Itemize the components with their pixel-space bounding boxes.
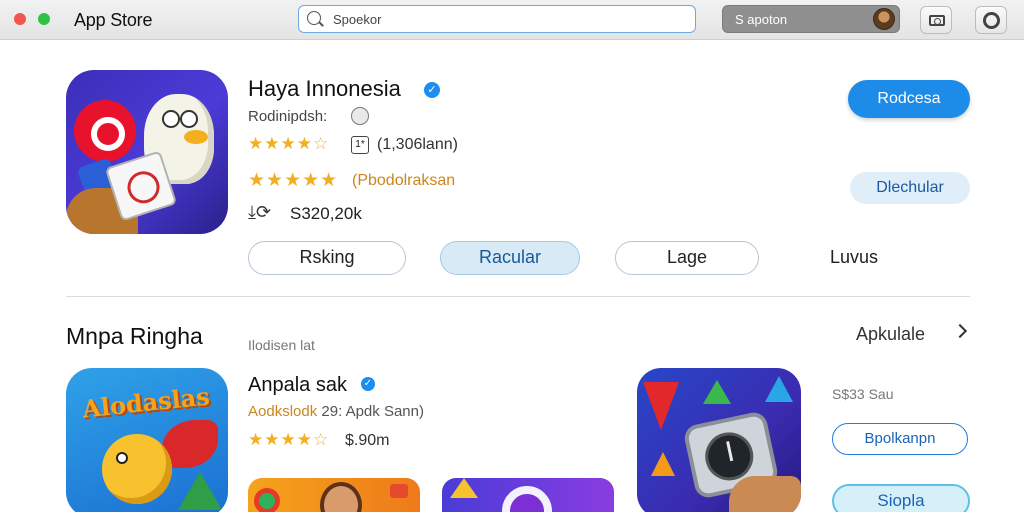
featured-app-icon[interactable] xyxy=(66,70,228,234)
see-all-link[interactable]: Apkulale xyxy=(856,324,925,345)
settings-button[interactable] xyxy=(975,6,1007,34)
app-title: App Store xyxy=(74,10,153,30)
search-input[interactable]: Spoekor xyxy=(298,5,696,33)
star-rating: ★★★★☆ xyxy=(248,134,330,153)
zoom-window-button[interactable] xyxy=(38,13,50,25)
editor-rating-label: (Pbodolraksan xyxy=(352,172,456,189)
secondary-button[interactable]: Dlechular xyxy=(850,172,970,204)
side-button-primary[interactable]: Bpolkanpn xyxy=(832,423,968,455)
app-star-rating: ★★★★☆ xyxy=(248,430,330,449)
map-pin-icon xyxy=(74,100,136,162)
side-button-secondary[interactable]: Siopla xyxy=(832,484,970,512)
side-price: S$33 Sau xyxy=(832,386,894,402)
camera-button[interactable] xyxy=(920,6,952,34)
app-meta: Aodkslodk 29: Apdk Sann) xyxy=(248,403,424,420)
featured-app-title[interactable]: Haya Innonesia xyxy=(248,76,401,102)
search-icon xyxy=(307,11,321,25)
app-price: $.90m xyxy=(345,432,390,449)
verified-icon: ✓ xyxy=(361,377,375,391)
person-icon xyxy=(320,482,362,512)
section-subtitle: Ilodisen lat xyxy=(248,337,315,353)
app-icon-text: Alodaslas xyxy=(80,381,211,424)
app-title-anpala[interactable]: Anpala sak xyxy=(248,374,347,397)
avatar xyxy=(873,8,895,30)
rating-count: (1,306lann) xyxy=(377,136,458,153)
section-divider xyxy=(66,296,970,297)
camera-icon xyxy=(929,15,945,26)
tab-racular[interactable]: Racular xyxy=(440,241,580,275)
title-bar: App Store Spoekor S apoton xyxy=(0,0,1024,40)
ring-icon xyxy=(983,12,1000,29)
developer-icon xyxy=(351,107,369,125)
app-icon-watch[interactable] xyxy=(637,368,801,512)
bird-icon xyxy=(102,434,172,504)
chevron-right-icon[interactable] xyxy=(952,323,968,339)
account-label: S apoton xyxy=(735,12,788,27)
search-value: Spoekor xyxy=(333,12,382,27)
developer-name[interactable]: Rodinipdsh: xyxy=(248,108,327,125)
verified-icon: ✓ xyxy=(424,82,440,98)
download-count: S320,20k xyxy=(290,204,362,223)
app-thumbnail[interactable] xyxy=(248,478,420,512)
account-button[interactable]: S apoton xyxy=(722,5,900,33)
age-rating-badge: 1* xyxy=(351,136,369,154)
tab-luvus[interactable]: Luvus xyxy=(830,247,878,268)
app-icon-alodaslas[interactable]: Alodaslas xyxy=(66,368,228,512)
tab-rsking[interactable]: Rsking xyxy=(248,241,406,275)
tab-lage[interactable]: Lage xyxy=(615,241,759,275)
section-title: Mnpa Ringha xyxy=(66,323,203,349)
get-button[interactable]: Rodcesa xyxy=(848,80,970,118)
ring-icon xyxy=(502,486,552,512)
editor-star-rating: ★★★★★ xyxy=(248,170,339,191)
close-window-button[interactable] xyxy=(14,13,26,25)
app-thumbnail[interactable] xyxy=(442,478,614,512)
download-icon: ⤓⟳ xyxy=(248,202,272,222)
